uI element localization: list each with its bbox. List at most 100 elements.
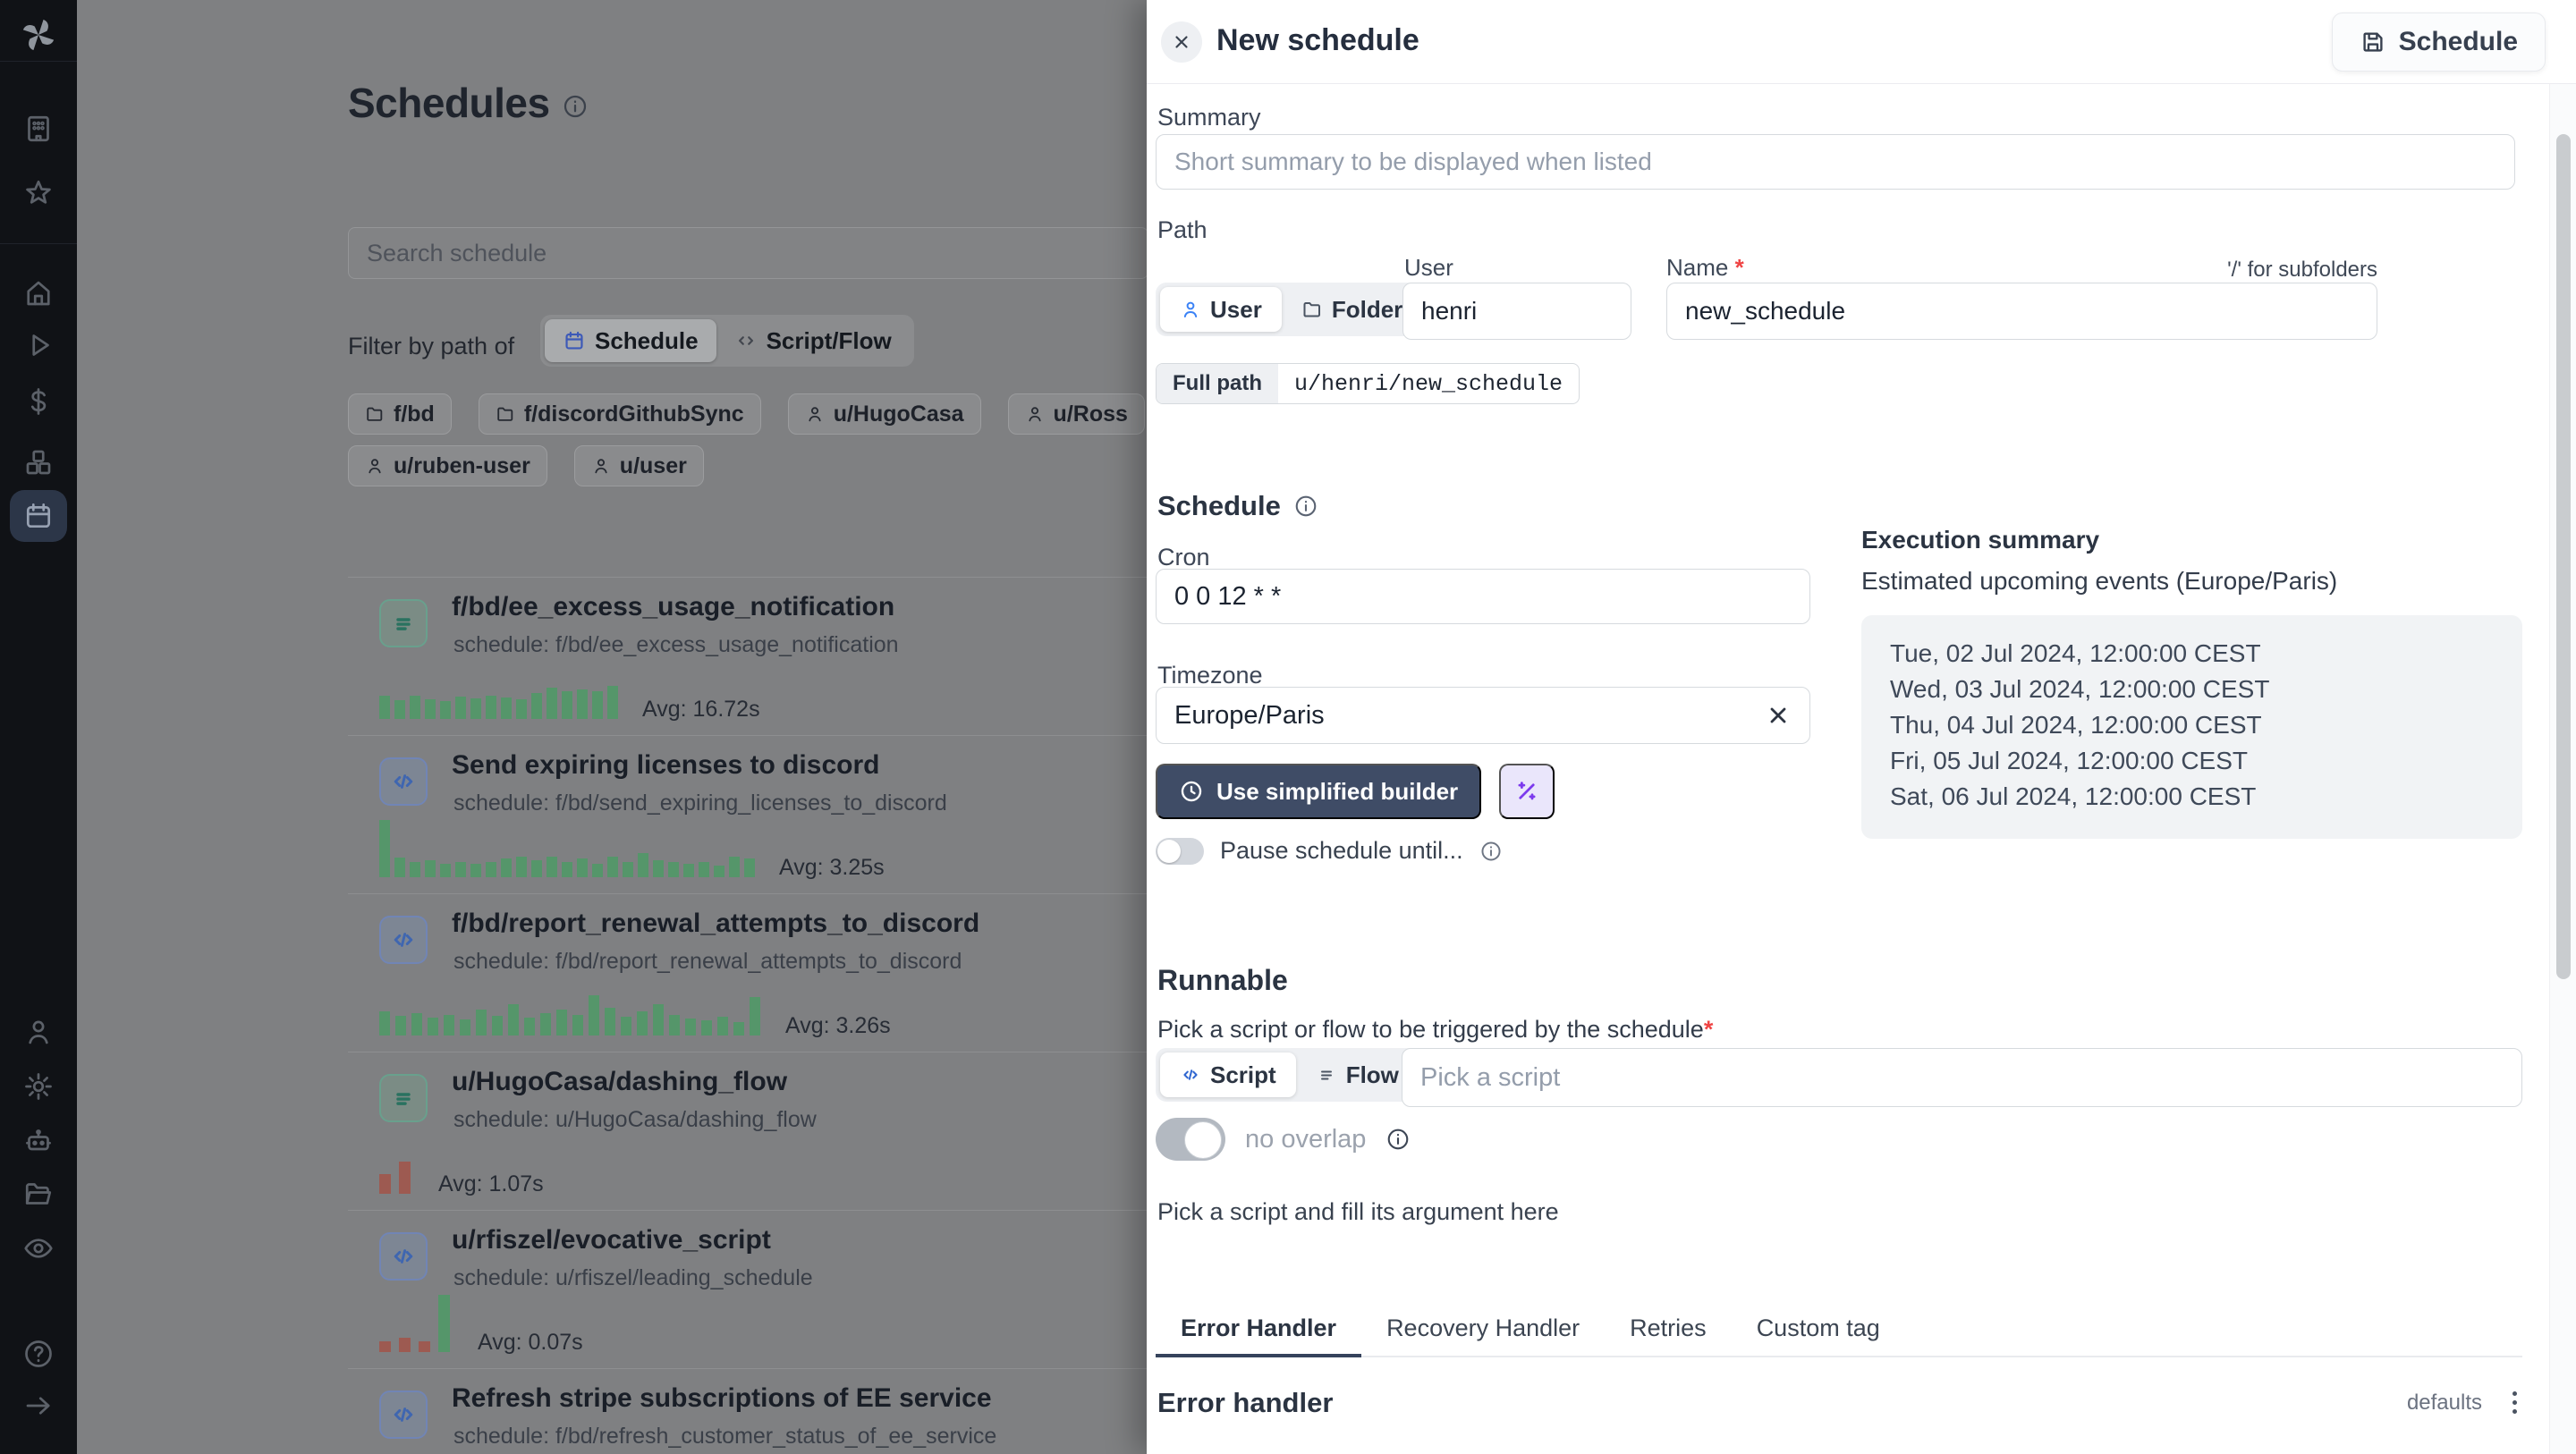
schedule-section-header: Schedule bbox=[1157, 490, 1318, 522]
schedule-row[interactable]: f/bd/ee_excess_usage_notification schedul… bbox=[348, 577, 1147, 735]
handler-tabs: Error Handler Recovery Handler Retries Cust… bbox=[1156, 1300, 2522, 1357]
schedule-path: schedule: u/HugoCasa/dashing_flow bbox=[453, 1107, 817, 1132]
path-chip[interactable]: u/user bbox=[573, 445, 704, 486]
kind-toggle-script[interactable]: Script bbox=[1160, 1052, 1296, 1097]
sidebar-item-workers[interactable] bbox=[10, 1115, 67, 1167]
runs-bar-chart: Avg: 1.07s bbox=[379, 1162, 544, 1196]
code-icon bbox=[1183, 1069, 1198, 1080]
filter-toggle-schedule[interactable]: Schedule bbox=[545, 319, 716, 362]
sidebar-item-variables[interactable] bbox=[10, 376, 67, 427]
timezone-label: Timezone bbox=[1157, 662, 1263, 689]
path-chip[interactable]: u/ruben-user bbox=[348, 445, 547, 486]
name-input[interactable] bbox=[1666, 283, 2377, 340]
runnable-kind-toggle: Script Flow bbox=[1156, 1048, 1423, 1102]
full-path-label: Full path bbox=[1157, 364, 1278, 403]
chip-label: u/Ross bbox=[1053, 401, 1128, 427]
user-icon bbox=[1025, 404, 1045, 424]
execution-summary: Execution summary Estimated upcoming eve… bbox=[1861, 526, 2522, 839]
folder-open-icon bbox=[25, 1183, 52, 1205]
owner-toggle-folder[interactable]: Folder bbox=[1282, 287, 1422, 332]
user-icon bbox=[365, 456, 385, 476]
cron-label: Cron bbox=[1157, 544, 1210, 571]
sidebar-item-resources[interactable] bbox=[10, 436, 67, 488]
schedule-path: schedule: u/rfiszel/leading_schedule bbox=[453, 1265, 813, 1290]
owner-toggle-user[interactable]: User bbox=[1160, 287, 1282, 332]
timezone-input[interactable] bbox=[1156, 687, 1810, 744]
schedule-row[interactable]: f/bd/report_renewal_attempts_to_discord s… bbox=[348, 893, 1147, 1052]
user-input[interactable] bbox=[1402, 283, 1631, 340]
drawer-scrollbar bbox=[2549, 84, 2576, 1454]
schedule-title: f/bd/ee_excess_usage_notification bbox=[452, 592, 895, 621]
search-input[interactable] bbox=[348, 227, 1147, 279]
windmill-logo-icon[interactable] bbox=[18, 14, 59, 55]
info-icon bbox=[562, 93, 589, 120]
schedule-row[interactable]: Send expiring licenses to discord schedul… bbox=[348, 735, 1147, 893]
error-handler-row: Error handler defaults bbox=[1157, 1386, 2522, 1419]
schedule-row[interactable]: Refresh stripe subscriptions of EE servi… bbox=[348, 1368, 1147, 1454]
no-overlap-toggle[interactable] bbox=[1156, 1118, 1225, 1161]
avg-duration: Avg: 16.72s bbox=[642, 697, 760, 722]
script-picker-input[interactable] bbox=[1402, 1048, 2522, 1107]
dollar-icon bbox=[30, 388, 47, 415]
sidebar-item-collapse[interactable] bbox=[10, 1380, 67, 1432]
sidebar-item-runs[interactable] bbox=[10, 319, 67, 371]
sidebar-item-settings[interactable] bbox=[10, 1061, 67, 1112]
error-handler-mode: defaults bbox=[2406, 1390, 2482, 1415]
required-asterisk: * bbox=[1703, 1016, 1714, 1043]
summary-input[interactable] bbox=[1156, 134, 2515, 190]
clock-icon bbox=[1181, 781, 1202, 802]
schedule-submit-button[interactable]: Schedule bbox=[2331, 13, 2546, 72]
script-icon bbox=[379, 916, 428, 964]
tab-recovery-handler[interactable]: Recovery Handler bbox=[1361, 1300, 1605, 1356]
ai-wand-button[interactable] bbox=[1499, 764, 1555, 819]
user-icon bbox=[591, 456, 611, 476]
pause-schedule-toggle[interactable] bbox=[1156, 837, 1204, 865]
magic-wand-icon bbox=[1518, 782, 1536, 800]
calendar-icon bbox=[26, 503, 51, 528]
schedule-path: schedule: f/bd/send_expiring_licenses_to… bbox=[453, 790, 947, 816]
path-chip[interactable]: u/Ross bbox=[1007, 393, 1145, 435]
cron-input[interactable] bbox=[1156, 569, 1810, 624]
flow-icon bbox=[379, 599, 428, 647]
sidebar-item-audit[interactable] bbox=[10, 1222, 67, 1274]
schedule-row[interactable]: u/HugoCasa/dashing_flow schedule: u/HugoC… bbox=[348, 1052, 1147, 1210]
gear-icon bbox=[25, 1073, 52, 1100]
schedule-title: Refresh stripe subscriptions of EE servi… bbox=[452, 1383, 992, 1413]
schedule-row[interactable]: u/rfiszel/evocative_script schedule: u/rf… bbox=[348, 1210, 1147, 1368]
chip-label: u/user bbox=[619, 452, 687, 478]
clear-timezone-icon[interactable] bbox=[1766, 703, 1791, 728]
filter-toggle-script-flow[interactable]: Script/Flow bbox=[716, 319, 910, 362]
kind-toggle-flow[interactable]: Flow bbox=[1296, 1052, 1419, 1097]
path-chip-row: f/bd f/discordGithubSync u/HugoCasa u/Ross bbox=[348, 393, 1147, 435]
simplified-builder-button[interactable]: Use simplified builder bbox=[1156, 764, 1482, 819]
tab-error-handler[interactable]: Error Handler bbox=[1156, 1300, 1362, 1357]
sidebar-item-workspace[interactable] bbox=[10, 103, 67, 155]
upcoming-event: Fri, 05 Jul 2024, 12:00:00 CEST bbox=[1890, 747, 2248, 774]
path-chip[interactable]: u/HugoCasa bbox=[787, 393, 981, 435]
scrollbar-thumb[interactable] bbox=[2556, 134, 2571, 979]
sidebar-item-users[interactable] bbox=[10, 1006, 67, 1058]
drawer-title: New schedule bbox=[1216, 23, 1419, 57]
page-title: Schedules bbox=[348, 80, 550, 126]
tab-retries[interactable]: Retries bbox=[1605, 1300, 1732, 1356]
sidebar-item-home[interactable] bbox=[10, 267, 67, 319]
tab-custom-tag[interactable]: Custom tag bbox=[1732, 1300, 1905, 1356]
code-icon bbox=[738, 336, 753, 345]
path-chip[interactable]: f/discordGithubSync bbox=[478, 393, 761, 435]
calendar-icon bbox=[565, 331, 583, 350]
sidebar-item-favorites[interactable] bbox=[10, 167, 67, 219]
flow-icon bbox=[379, 1074, 428, 1122]
building-icon bbox=[28, 115, 49, 142]
help-icon bbox=[25, 1340, 52, 1367]
sidebar-item-help[interactable] bbox=[10, 1328, 67, 1380]
runnable-section-header: Runnable bbox=[1157, 964, 1288, 996]
close-button[interactable] bbox=[1161, 21, 1202, 63]
kebab-menu-icon[interactable] bbox=[2507, 1386, 2522, 1419]
arrow-right-icon bbox=[26, 1397, 50, 1415]
path-chip[interactable]: f/bd bbox=[348, 393, 452, 435]
full-path-value: u/henri/new_schedule bbox=[1293, 370, 1563, 397]
home-icon bbox=[27, 281, 50, 306]
sidebar-item-schedules[interactable] bbox=[10, 490, 67, 542]
folder-icon bbox=[365, 404, 385, 424]
sidebar-item-folders[interactable] bbox=[10, 1168, 67, 1220]
